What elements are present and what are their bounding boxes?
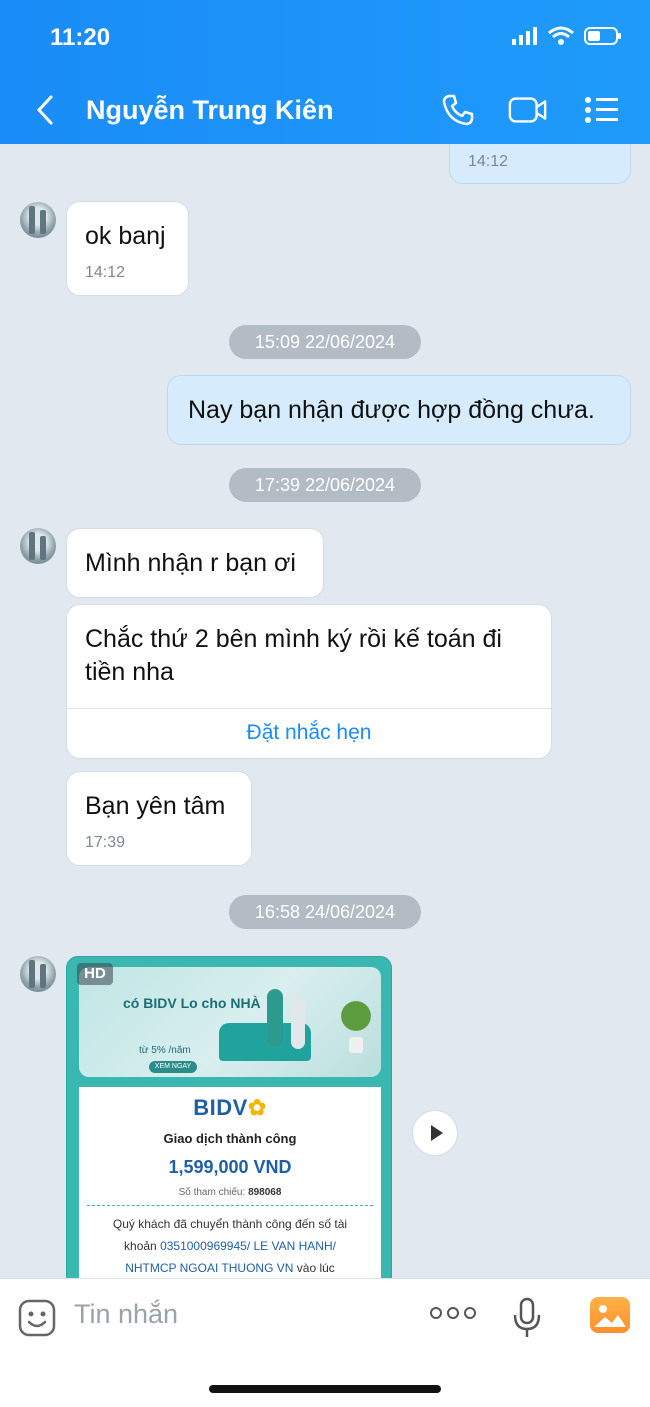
voice-message-button[interactable] [512, 1297, 542, 1339]
avatar[interactable] [20, 202, 56, 238]
cellular-signal-icon [512, 27, 537, 45]
bank-ad-banner: có BIDV Lo cho NHÀ từ 5% /năm XEM NGAY [79, 967, 381, 1077]
outgoing-message[interactable]: Nay bạn nhận được hợp đồng chưa. [167, 375, 631, 445]
wifi-icon [548, 26, 574, 45]
pot-illustration [349, 1037, 363, 1053]
description-line: khoản 0351000969945/ LE VAN HANH/ [93, 1235, 367, 1257]
message-text: ok banj [85, 222, 166, 250]
phone-icon [442, 94, 474, 126]
bank-name: NHTMCP NGOAI THUONG VN [125, 1261, 294, 1275]
incoming-message[interactable]: Mình nhận r bạn ơi [66, 528, 324, 598]
transaction-description: Quý khách đã chuyển thành công đến số tà… [93, 1213, 367, 1278]
chat-header: 11:20 Nguyễn Trung Kiên [0, 0, 650, 144]
emoji-icon [18, 1299, 56, 1337]
description-text: vào lúc [296, 1261, 335, 1275]
date-separator: 16:58 24/06/2024 [229, 895, 421, 929]
message-text: Chắc thứ 2 bên mình ký rồi kế toán đi ti… [85, 625, 502, 686]
reference-value: 898068 [248, 1187, 282, 1198]
date-separator: 17:39 22/06/2024 [229, 468, 421, 502]
message-list[interactable]: 14:12 ok banj 14:12 15:09 22/06/2024 Nay… [0, 144, 650, 1278]
avatar[interactable] [20, 528, 56, 564]
status-icons [512, 26, 622, 46]
chat-options-button[interactable] [582, 90, 622, 130]
message-input[interactable]: Tin nhắn [74, 1299, 178, 1330]
message-time: 14:12 [85, 264, 126, 281]
person-illustration [267, 989, 283, 1047]
reference-number: Số tham chiếu: 898068 [79, 1187, 381, 1198]
description-line: NHTMCP NGOAI THUONG VN vào lúc [93, 1257, 367, 1278]
image-icon [594, 1305, 626, 1327]
incoming-message[interactable]: Bạn yên tâm 17:39 [66, 771, 252, 866]
contact-name[interactable]: Nguyễn Trung Kiên [86, 95, 334, 126]
flower-icon: ✿ [247, 1095, 267, 1120]
microphone-icon [513, 1297, 541, 1337]
transaction-status: Giao dịch thành công [163, 1131, 297, 1146]
hd-badge: HD [77, 963, 113, 985]
bank-logo: BIDV✿ [79, 1095, 381, 1121]
receipt-paper: BIDV✿ Giao dịch thành công 1,599,000 VND… [79, 1087, 381, 1278]
chevron-left-icon [36, 95, 53, 125]
message-text: Mình nhận r bạn ơi [85, 549, 296, 577]
bank-logo-text: BIDV [193, 1095, 248, 1120]
more-options-button[interactable] [430, 1307, 476, 1319]
message-time: 14:12 [468, 153, 509, 170]
description-text: khoản [124, 1239, 157, 1253]
avatar[interactable] [20, 956, 56, 992]
divider [87, 1205, 373, 1206]
home-indicator [209, 1385, 441, 1393]
reference-label: Số tham chiếu: [178, 1187, 246, 1198]
banner-rate: từ 5% /năm [139, 1045, 191, 1056]
outgoing-message[interactable]: 14:12 [449, 144, 631, 184]
image-message-receipt[interactable]: có BIDV Lo cho NHÀ từ 5% /năm XEM NGAY H… [66, 956, 392, 1278]
account-info: 0351000969945/ LE VAN HANH/ [160, 1239, 336, 1253]
plant-illustration [341, 991, 371, 1041]
incoming-message-with-action[interactable]: Chắc thứ 2 bên mình ký rồi kế toán đi ti… [66, 604, 552, 759]
forward-button[interactable] [412, 1110, 458, 1156]
banner-title: có BIDV Lo cho NHÀ [123, 995, 261, 1011]
description-line: Quý khách đã chuyển thành công đến số tà… [112, 1217, 348, 1231]
set-reminder-button[interactable]: Đặt nhắc hẹn [67, 721, 551, 745]
divider [67, 708, 551, 709]
voice-call-button[interactable] [438, 90, 478, 130]
banner-button: XEM NGAY [149, 1061, 197, 1073]
dot-icon [430, 1307, 442, 1319]
battery-icon [584, 27, 621, 45]
back-button[interactable] [30, 92, 60, 128]
sticker-button[interactable] [18, 1299, 56, 1337]
message-text: Nay bạn nhận được hợp đồng chưa. [188, 396, 595, 424]
date-separator: 15:09 22/06/2024 [229, 325, 421, 359]
list-menu-icon [585, 97, 618, 123]
dot-icon [464, 1307, 476, 1319]
video-camera-icon [508, 97, 547, 123]
person-illustration [291, 997, 305, 1049]
incoming-message[interactable]: ok banj 14:12 [66, 201, 189, 296]
dot-icon [447, 1307, 459, 1319]
photo-button[interactable] [590, 1297, 630, 1333]
share-arrow-icon [431, 1125, 443, 1141]
video-call-button[interactable] [508, 90, 548, 130]
transaction-amount: 1,599,000 VND [168, 1157, 292, 1177]
status-time: 11:20 [50, 24, 111, 51]
message-time: 17:39 [85, 834, 126, 851]
message-text: Bạn yên tâm [85, 792, 226, 820]
